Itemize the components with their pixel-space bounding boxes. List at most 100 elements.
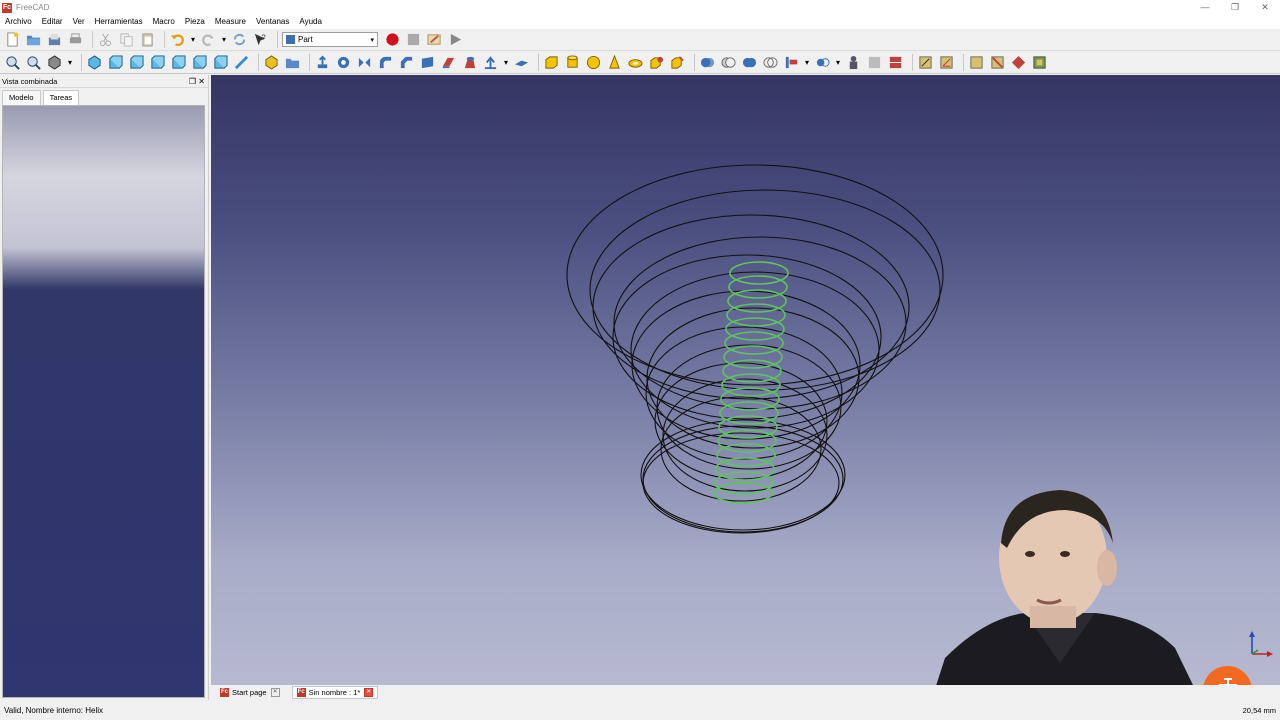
sweep-icon[interactable] <box>482 54 499 71</box>
create-group-icon[interactable] <box>284 54 301 71</box>
measure-toggle-3d-icon[interactable] <box>1031 54 1048 71</box>
tab-tareas[interactable]: Tareas <box>42 90 80 105</box>
run-macro-icon[interactable] <box>447 31 464 48</box>
combo-view-title: Vista combinada <box>2 76 58 86</box>
undo-icon[interactable] <box>169 31 186 48</box>
menu-editar[interactable]: Editar <box>37 15 68 29</box>
defeaturing-icon[interactable] <box>887 54 904 71</box>
tab-start-page[interactable]: Fc Start page ✕ <box>216 686 284 699</box>
tab-label: Sin nombre : 1* <box>308 688 361 697</box>
window-title: FreeCAD <box>16 3 50 12</box>
compound-icon[interactable] <box>845 54 862 71</box>
menu-ver[interactable]: Ver <box>68 15 90 29</box>
mirror-icon[interactable] <box>356 54 373 71</box>
fillet-icon[interactable] <box>377 54 394 71</box>
toolbar-separator <box>309 54 310 71</box>
redo-icon[interactable] <box>200 31 217 48</box>
primitives-icon[interactable] <box>648 54 665 71</box>
workbench-label: Part <box>298 35 313 44</box>
undo-dropdown-icon[interactable]: ▾ <box>190 31 196 48</box>
cut-icon[interactable] <box>97 31 114 48</box>
split-dropdown-icon[interactable]: ▾ <box>835 54 841 71</box>
measure-angular-icon[interactable] <box>938 54 955 71</box>
combo-view-tabs: Modelo Tareas <box>0 90 208 105</box>
workbench-selector[interactable]: Part ▾ <box>282 32 378 47</box>
chevron-down-icon: ▾ <box>370 36 374 44</box>
menu-pieza[interactable]: Pieza <box>180 15 210 29</box>
cone-icon[interactable] <box>606 54 623 71</box>
menu-measure[interactable]: Measure <box>210 15 251 29</box>
combo-view-panel: Vista combinada ❐ ✕ Modelo Tareas <box>0 75 209 700</box>
measure-clear-icon[interactable] <box>989 54 1006 71</box>
new-icon[interactable] <box>4 31 21 48</box>
draw-style-icon[interactable] <box>46 54 63 71</box>
whats-this-icon[interactable]: ? <box>252 31 269 48</box>
tab-sin-nombre[interactable]: Fc Sin nombre : 1* ✕ <box>291 686 379 699</box>
revolve-icon[interactable] <box>335 54 352 71</box>
edit-macro-icon[interactable] <box>426 31 443 48</box>
sphere-icon[interactable] <box>585 54 602 71</box>
print-icon[interactable] <box>67 31 84 48</box>
view-right-icon[interactable] <box>149 54 166 71</box>
minimize-icon[interactable]: — <box>1190 0 1220 15</box>
stop-macro-icon[interactable] <box>405 31 422 48</box>
chamfer-icon[interactable] <box>398 54 415 71</box>
tab-label: Start page <box>232 688 267 697</box>
cylinder-icon[interactable] <box>564 54 581 71</box>
record-macro-icon[interactable] <box>384 31 401 48</box>
title-bar: Fc FreeCAD — ❐ ✕ <box>0 0 1280 15</box>
menu-ayuda[interactable]: Ayuda <box>294 15 327 29</box>
fuse-icon[interactable] <box>741 54 758 71</box>
join-dropdown-icon[interactable]: ▾ <box>804 54 810 71</box>
ruled-surface-icon[interactable] <box>440 54 457 71</box>
measure-distance-icon[interactable] <box>233 54 250 71</box>
menu-herramientas[interactable]: Herramientas <box>90 15 148 29</box>
close-tab-icon[interactable]: ✕ <box>364 688 374 697</box>
view-bottom-icon[interactable] <box>191 54 208 71</box>
fit-selection-icon[interactable] <box>25 54 42 71</box>
view-rear-icon[interactable] <box>170 54 187 71</box>
extrude-icon[interactable] <box>314 54 331 71</box>
split-icon[interactable] <box>814 54 831 71</box>
copy-icon[interactable] <box>118 31 135 48</box>
check-geometry-icon[interactable] <box>866 54 883 71</box>
save-icon[interactable] <box>46 31 63 48</box>
close-icon[interactable]: ✕ <box>1250 0 1280 15</box>
redo-dropdown-icon[interactable]: ▾ <box>221 31 227 48</box>
part-workbench-icon <box>286 35 295 44</box>
boolean-icon[interactable] <box>699 54 716 71</box>
sweep-dropdown-icon[interactable]: ▾ <box>503 54 509 71</box>
view-front-icon[interactable] <box>107 54 124 71</box>
create-part-icon[interactable] <box>263 54 280 71</box>
offset-icon[interactable] <box>513 54 530 71</box>
refresh-icon[interactable] <box>231 31 248 48</box>
measure-linear-icon[interactable] <box>917 54 934 71</box>
make-face-icon[interactable] <box>419 54 436 71</box>
menu-macro[interactable]: Macro <box>148 15 180 29</box>
close-tab-icon[interactable]: ✕ <box>270 688 280 697</box>
tab-modelo[interactable]: Modelo <box>2 90 41 105</box>
view-top-icon[interactable] <box>128 54 145 71</box>
join-features-icon[interactable] <box>783 54 800 71</box>
part-toolbar: ▾ ▾ ▾ ▾ <box>0 52 1280 74</box>
maximize-icon[interactable]: ❐ <box>1220 0 1250 15</box>
view-isometric-icon[interactable] <box>86 54 103 71</box>
measure-toggle-all-icon[interactable] <box>1010 54 1027 71</box>
loft-icon[interactable] <box>461 54 478 71</box>
box-icon[interactable] <box>543 54 560 71</box>
menu-ventanas[interactable]: Ventanas <box>251 15 294 29</box>
cut-shapes-icon[interactable] <box>720 54 737 71</box>
toolbar-separator <box>912 54 913 71</box>
measure-refresh-icon[interactable] <box>968 54 985 71</box>
fit-all-icon[interactable] <box>4 54 21 71</box>
view-left-icon[interactable] <box>212 54 229 71</box>
draw-style-dropdown-icon[interactable]: ▾ <box>67 54 73 71</box>
paste-icon[interactable] <box>139 31 156 48</box>
menu-archivo[interactable]: Archivo <box>0 15 37 29</box>
common-icon[interactable] <box>762 54 779 71</box>
undock-icon[interactable]: ❐ <box>189 77 196 86</box>
open-icon[interactable] <box>25 31 42 48</box>
panel-close-icon[interactable]: ✕ <box>198 77 205 86</box>
torus-icon[interactable] <box>627 54 644 71</box>
shape-builder-icon[interactable] <box>669 54 686 71</box>
